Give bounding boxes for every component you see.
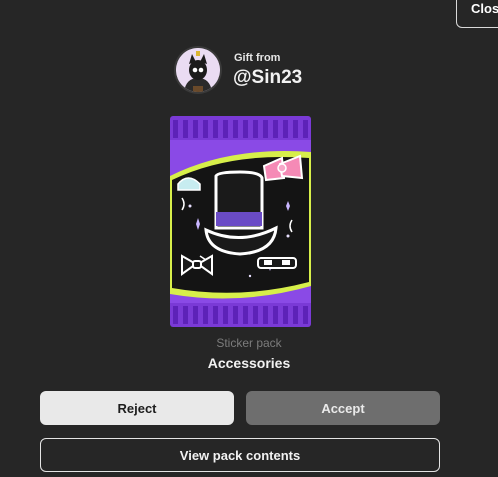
pack-type-label: Sticker pack	[216, 336, 282, 350]
pack-name: Accessories	[207, 355, 291, 371]
sticker-pack-image	[170, 116, 311, 327]
sender-username: @Sin23	[233, 67, 303, 88]
gift-from-label: Gift from	[234, 52, 281, 64]
accept-button[interactable]: Accept	[246, 391, 440, 425]
view-pack-contents-button[interactable]: View pack contents	[40, 438, 440, 472]
close-button[interactable]: Clos	[456, 0, 498, 28]
avatar	[176, 48, 220, 92]
reject-button[interactable]: Reject	[40, 391, 234, 425]
